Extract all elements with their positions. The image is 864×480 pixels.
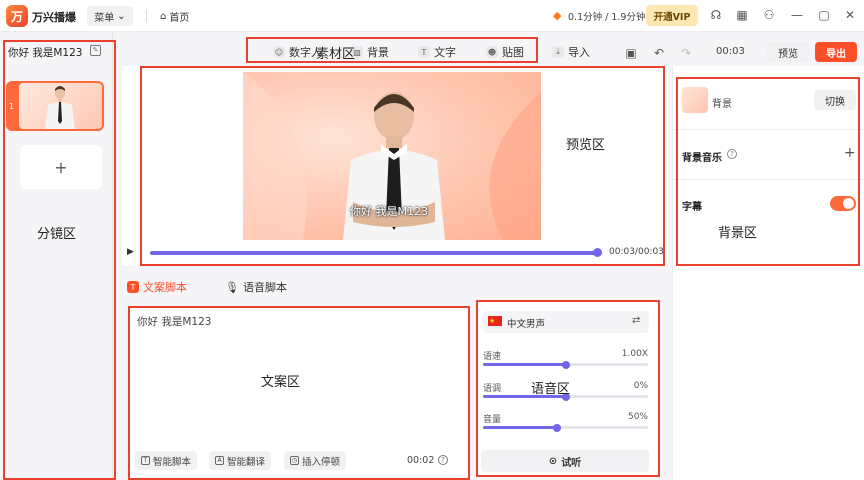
redo-icon[interactable]: ↷ (679, 46, 693, 60)
background-region-label: 背景区 (718, 226, 758, 241)
pitch-value: 0% (633, 381, 648, 391)
undo-icon[interactable]: ↶ (652, 46, 666, 60)
maximize-icon[interactable]: ▢ (817, 8, 831, 22)
smart-translate-button[interactable]: A 智能翻译 (209, 451, 272, 470)
home-button[interactable]: ⌂ 首页 (160, 9, 189, 24)
usage-text: 0.1分钟 / 1.9分钟 (568, 12, 646, 23)
insert-pause-button[interactable]: ◷ 插入停顿 (284, 451, 347, 470)
clock-icon: ◷ (290, 456, 299, 465)
background-label: 背景 (712, 99, 732, 110)
tab-label: 文案脚本 (143, 281, 187, 294)
save-icon[interactable]: ▣ (624, 46, 638, 60)
preview-subtitle: 你好 我是M123 (350, 205, 428, 218)
tab-text-script[interactable]: T 文案脚本 (127, 279, 187, 295)
volume-slider-fill (483, 426, 558, 429)
play-circle-icon: ⊙ (548, 455, 558, 467)
vip-button[interactable]: 开通VIP (646, 5, 698, 26)
sticker-icon: ☻ (486, 46, 498, 58)
preview-region-label: 预览区 (566, 138, 606, 153)
translate-icon: A (215, 456, 224, 465)
subtitle-toggle-knob[interactable] (843, 198, 854, 209)
scene-thumbnail-image (19, 83, 102, 129)
import-icon: ⤓ (552, 46, 564, 58)
tab-voice-script[interactable]: 🎙 语音脚本 (225, 279, 287, 295)
add-scene-button[interactable]: + (20, 145, 102, 189)
playback-time: 00:03/00:03 (609, 247, 664, 257)
china-flag-icon: ★ (488, 316, 502, 326)
app-logo: 万 (6, 5, 28, 27)
diamond-icon: ◆ (553, 9, 562, 22)
smart-script-button[interactable]: T 智能脚本 (135, 451, 198, 470)
digital-human-icon: ☺ (273, 46, 285, 58)
timeline-time: 00:03 (716, 46, 745, 57)
swap-icon[interactable]: ⇄ (632, 315, 640, 326)
chevron-down-icon: ⌄ (117, 10, 126, 22)
playback-progress-handle[interactable] (593, 248, 602, 257)
headset-icon[interactable]: ☊ (709, 8, 723, 22)
smart-script-icon: T (141, 456, 150, 465)
scenes-region-label: 分镜区 (37, 227, 77, 242)
divider (146, 10, 147, 22)
listen-button[interactable]: ⊙ 试听 (481, 450, 649, 472)
user-icon[interactable]: ⚇ (762, 8, 776, 22)
text-icon: T (418, 46, 430, 58)
close-icon[interactable]: ✕ (843, 8, 857, 22)
project-title[interactable]: 你好 我是M123 (8, 45, 82, 60)
menu-label: 菜单 (94, 12, 115, 24)
microphone-icon: 🎙 (225, 280, 239, 294)
add-music-icon[interactable]: + (844, 145, 856, 161)
speed-slider-handle[interactable] (561, 361, 570, 369)
text-script-icon: T (127, 281, 139, 293)
grid-icon[interactable]: ▦ (735, 8, 749, 22)
toolbar-background[interactable]: ▨ 背景 (351, 44, 389, 60)
divider (672, 179, 864, 180)
script-region-label: 文案区 (261, 375, 301, 390)
script-duration: 00:02 (407, 455, 435, 466)
volume-label: 音量 (483, 415, 502, 425)
menu-button[interactable]: 菜单 ⌄ (87, 6, 133, 26)
toolbar-sticker[interactable]: ☻ 贴图 (486, 44, 524, 60)
preview-button[interactable]: 预览 (767, 42, 809, 62)
toolbar-label: 贴图 (502, 46, 524, 59)
toolbar-text[interactable]: T 文字 (418, 44, 456, 60)
tab-label: 语音脚本 (242, 281, 287, 294)
toolbar-digital-human[interactable]: ☺ 数字人 (273, 44, 322, 60)
chip-label: 智能翻译 (227, 456, 266, 468)
toolbar-label: 背景 (367, 46, 389, 59)
home-label: 首页 (169, 13, 190, 24)
listen-label: 试听 (561, 457, 582, 469)
app-name: 万兴播爆 (32, 11, 76, 24)
chip-label: 智能脚本 (153, 456, 192, 468)
switch-background-button[interactable]: 切换 (814, 90, 856, 110)
voice-name: 中文男声 (507, 319, 546, 330)
speed-value: 1.00X (621, 349, 648, 359)
play-icon[interactable]: ▶ (127, 247, 134, 257)
script-textarea[interactable]: 你好 我是M123 (137, 314, 211, 329)
toolbar-label: 导入 (568, 46, 590, 59)
materials-region-label: 素材区 (316, 47, 356, 62)
divider (672, 129, 864, 130)
chip-label: 插入停顿 (302, 456, 341, 468)
minimize-icon[interactable]: — (790, 8, 804, 22)
volume-slider[interactable] (483, 426, 648, 429)
toolbar-label: 文字 (434, 46, 456, 59)
pitch-label: 语调 (483, 384, 502, 394)
background-thumbnail[interactable] (682, 87, 708, 113)
home-icon: ⌂ (160, 11, 167, 22)
volume-value: 50% (627, 412, 648, 422)
playback-progress-bar[interactable] (150, 251, 598, 255)
edit-icon[interactable]: ✎ (90, 45, 101, 56)
voice-region-label: 语音区 (531, 382, 571, 397)
subtitle-label: 字幕 (682, 202, 702, 213)
help-icon[interactable]: ? (438, 455, 448, 465)
speed-label: 语速 (483, 352, 502, 362)
export-button[interactable]: 导出 (815, 42, 857, 62)
help-icon[interactable]: ? (727, 149, 737, 159)
background-music-label: 背景音乐 (682, 153, 722, 164)
speed-slider-fill (483, 363, 566, 366)
scene-index: 1 (9, 102, 15, 111)
toolbar-import[interactable]: ⤓ 导入 (552, 44, 590, 60)
